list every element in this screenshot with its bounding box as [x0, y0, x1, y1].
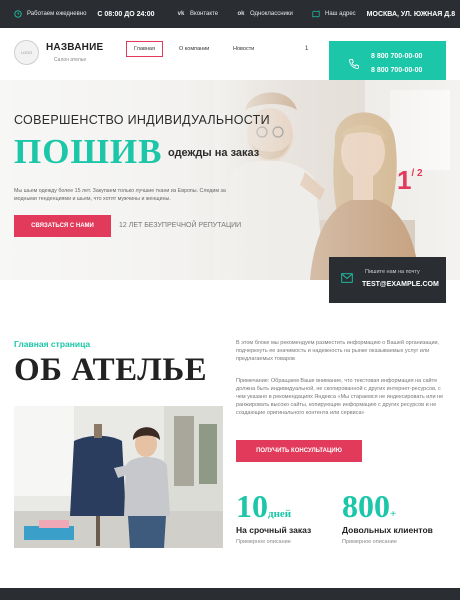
phone-number-1[interactable]: 8 800 700-00-00: [371, 53, 422, 60]
stat-urgent: 10дней На срочный заказ Примерное описан…: [236, 488, 311, 545]
logo-text: LOGO: [20, 50, 33, 55]
hero-headline: ПОШИВ: [14, 132, 163, 171]
social-vk-label: Вконтакте: [190, 11, 219, 17]
phone-number-2[interactable]: 8 800 700-00-00: [371, 67, 422, 74]
mail-icon: [341, 273, 353, 286]
hero-photo: [215, 80, 460, 280]
contact-us-button[interactable]: СВЯЗАТЬСЯ С НАМИ: [14, 215, 111, 237]
hero-tagline: СОВЕРШЕНСТВО ИНДИВИДУАЛЬНОСТИ: [14, 113, 270, 127]
stat-urgent-number: 10дней: [236, 488, 311, 525]
stat-urgent-value: 10: [236, 488, 268, 524]
clock-icon: [14, 10, 22, 18]
logo[interactable]: LOGO: [14, 40, 39, 65]
email-value[interactable]: TEST@EXAMPLE.COM: [362, 281, 439, 288]
brand-title: НАЗВАНИЕ: [46, 42, 104, 53]
hero-headline-rest: одежды на заказ: [168, 147, 260, 159]
nav-item-news[interactable]: Новости: [231, 46, 256, 52]
email-label: Пишите нам на почту: [365, 269, 420, 275]
nav-item-home[interactable]: Главная: [126, 41, 163, 57]
get-consultation-button[interactable]: ПОЛУЧИТЬ КОНСУЛЬТАЦИЮ: [236, 440, 362, 462]
hours-label: Работаем ежедневно: [27, 11, 87, 17]
stat-clients-label: Довольных клиентов: [342, 525, 433, 535]
nav-item-about-wrap: О компании: [177, 41, 211, 57]
brand-subtitle: Салон ателье: [54, 57, 87, 63]
reputation-text: 12 ЛЕТ БЕЗУПРЕЧНОЙ РЕПУТАЦИИ: [119, 222, 242, 229]
about-paragraph-2: Примечание: Обращаем Ваше внимание, что …: [236, 378, 444, 416]
address: Наш адрес МОСКВА, УЛ. ЮЖНАЯ Д.8: [312, 0, 455, 28]
email-box: Пишите нам на почту TEST@EXAMPLE.COM: [329, 257, 446, 303]
social-ok-link[interactable]: ok Одноклассники: [237, 0, 293, 28]
working-hours: Работаем ежедневно С 08:00 ДО 24:00: [14, 0, 155, 28]
stat-clients-number: 800+: [342, 488, 433, 525]
nav-item-news-wrap: Новости: [231, 41, 256, 57]
stat-clients-unit: +: [390, 508, 397, 520]
nav-item-about[interactable]: О компании: [177, 46, 211, 52]
ok-icon: ok: [237, 11, 245, 17]
about-kicker: Главная страница: [14, 339, 91, 349]
phone-icon: [348, 58, 360, 73]
stat-urgent-label: На срочный заказ: [236, 525, 312, 535]
stat-clients-sub: Примерное описание: [342, 539, 397, 545]
slide-counter: 1/ 2: [397, 165, 423, 196]
slide-current: 1: [397, 165, 412, 195]
map-icon: [312, 10, 320, 18]
stat-urgent-unit: дней: [268, 508, 292, 520]
about-title: ОБ АТЕЛЬЕ: [14, 352, 208, 388]
hero-description: Мы шьем одежду более 15 лет. Закупаем то…: [14, 188, 226, 202]
address-value: МОСКВА, УЛ. ЮЖНАЯ Д.8: [366, 10, 456, 18]
about-photo: [14, 406, 223, 548]
address-label: Наш адрес: [325, 11, 356, 17]
social-vk-link[interactable]: vk Вконтакте: [177, 0, 218, 28]
social-ok-label: Одноклассники: [250, 11, 293, 17]
hours-value: С 08:00 ДО 24:00: [97, 10, 155, 18]
slide-total: / 2: [411, 168, 423, 179]
main-nav: Главная: [126, 41, 163, 57]
hero-slider: СОВЕРШЕНСТВО ИНДИВИДУАЛЬНОСТИ ПОШИВ одеж…: [0, 80, 460, 280]
footer-bar: [0, 588, 460, 600]
top-info-bar: Работаем ежедневно С 08:00 ДО 24:00 vk В…: [0, 0, 460, 28]
stat-clients: 800+ Довольных клиентов Примерное описан…: [342, 488, 433, 545]
vk-icon: vk: [177, 11, 185, 17]
stat-urgent-sub: Примерное описание: [236, 539, 291, 545]
about-paragraph-1: В этом блоке мы рекомендуем разместить и…: [236, 340, 440, 362]
nav-item-extra[interactable]: 1: [305, 46, 308, 52]
stat-clients-value: 800: [342, 488, 390, 524]
